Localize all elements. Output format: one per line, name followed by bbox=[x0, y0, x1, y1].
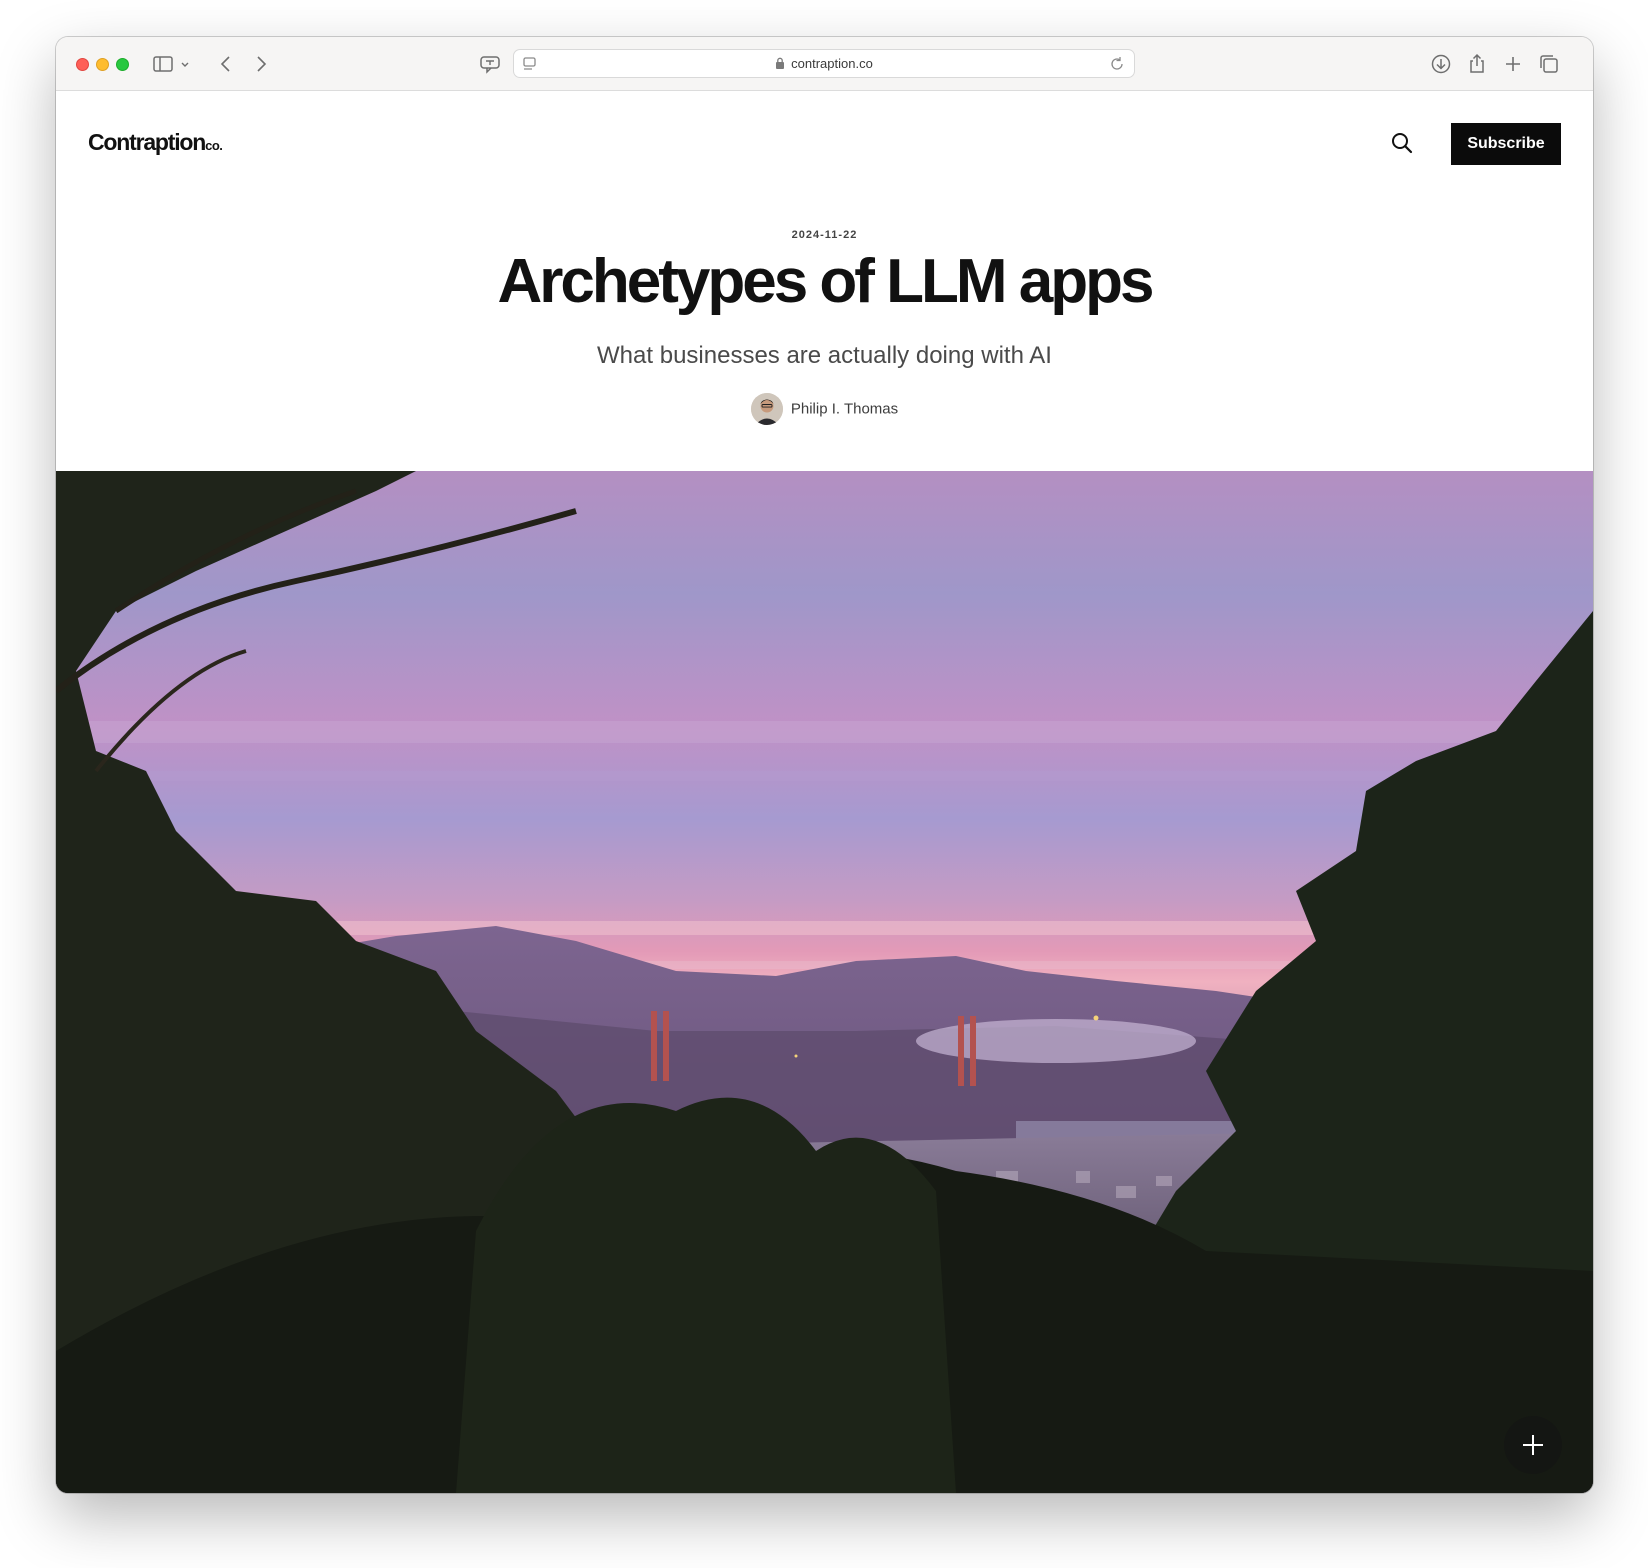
zoom-window-button[interactable] bbox=[116, 58, 129, 71]
article-date: 2024-11-22 bbox=[791, 229, 858, 241]
hero-image bbox=[56, 471, 1593, 1493]
subscribe-button[interactable]: Subscribe bbox=[1451, 123, 1561, 165]
plus-icon[interactable] bbox=[1501, 52, 1525, 76]
sidebar-icon[interactable] bbox=[152, 52, 192, 76]
article-title: Archetypes of LLM apps bbox=[497, 247, 1155, 316]
address-bar[interactable]: contraption.co bbox=[513, 49, 1135, 78]
minimize-window-button[interactable] bbox=[96, 58, 109, 71]
logo-main: Contraption bbox=[88, 129, 206, 155]
download-icon[interactable] bbox=[1429, 52, 1453, 76]
author-name: Philip I. Thomas bbox=[790, 400, 899, 418]
plus-icon[interactable] bbox=[1504, 1416, 1562, 1474]
url-text-wrap: contraption.co bbox=[514, 56, 1134, 71]
browser-toolbar: contraption.co bbox=[56, 37, 1593, 91]
chevron-left-icon[interactable] bbox=[214, 52, 238, 76]
article-subtitle: What businesses are actually doing with … bbox=[597, 342, 1052, 369]
search-icon[interactable] bbox=[1390, 131, 1414, 155]
tabs-icon[interactable] bbox=[1537, 52, 1561, 76]
author-byline[interactable]: Philip I. Thomas bbox=[56, 393, 1593, 425]
close-window-button[interactable] bbox=[76, 58, 89, 71]
share-icon[interactable] bbox=[1465, 52, 1489, 76]
browser-window: contraption.co Contraptionco. Subscribe … bbox=[56, 37, 1593, 1493]
url-text: contraption.co bbox=[791, 56, 873, 71]
author-avatar[interactable] bbox=[750, 393, 783, 425]
chevron-right-icon[interactable] bbox=[249, 52, 273, 76]
translate-icon[interactable] bbox=[478, 52, 502, 76]
logo-suffix: co. bbox=[205, 138, 223, 153]
lock-icon bbox=[776, 57, 785, 69]
web-page: Contraptionco. Subscribe 2024-11-22 Arch… bbox=[56, 92, 1593, 1493]
reload-icon[interactable] bbox=[1108, 55, 1126, 73]
site-logo[interactable]: Contraptionco. bbox=[88, 129, 223, 156]
